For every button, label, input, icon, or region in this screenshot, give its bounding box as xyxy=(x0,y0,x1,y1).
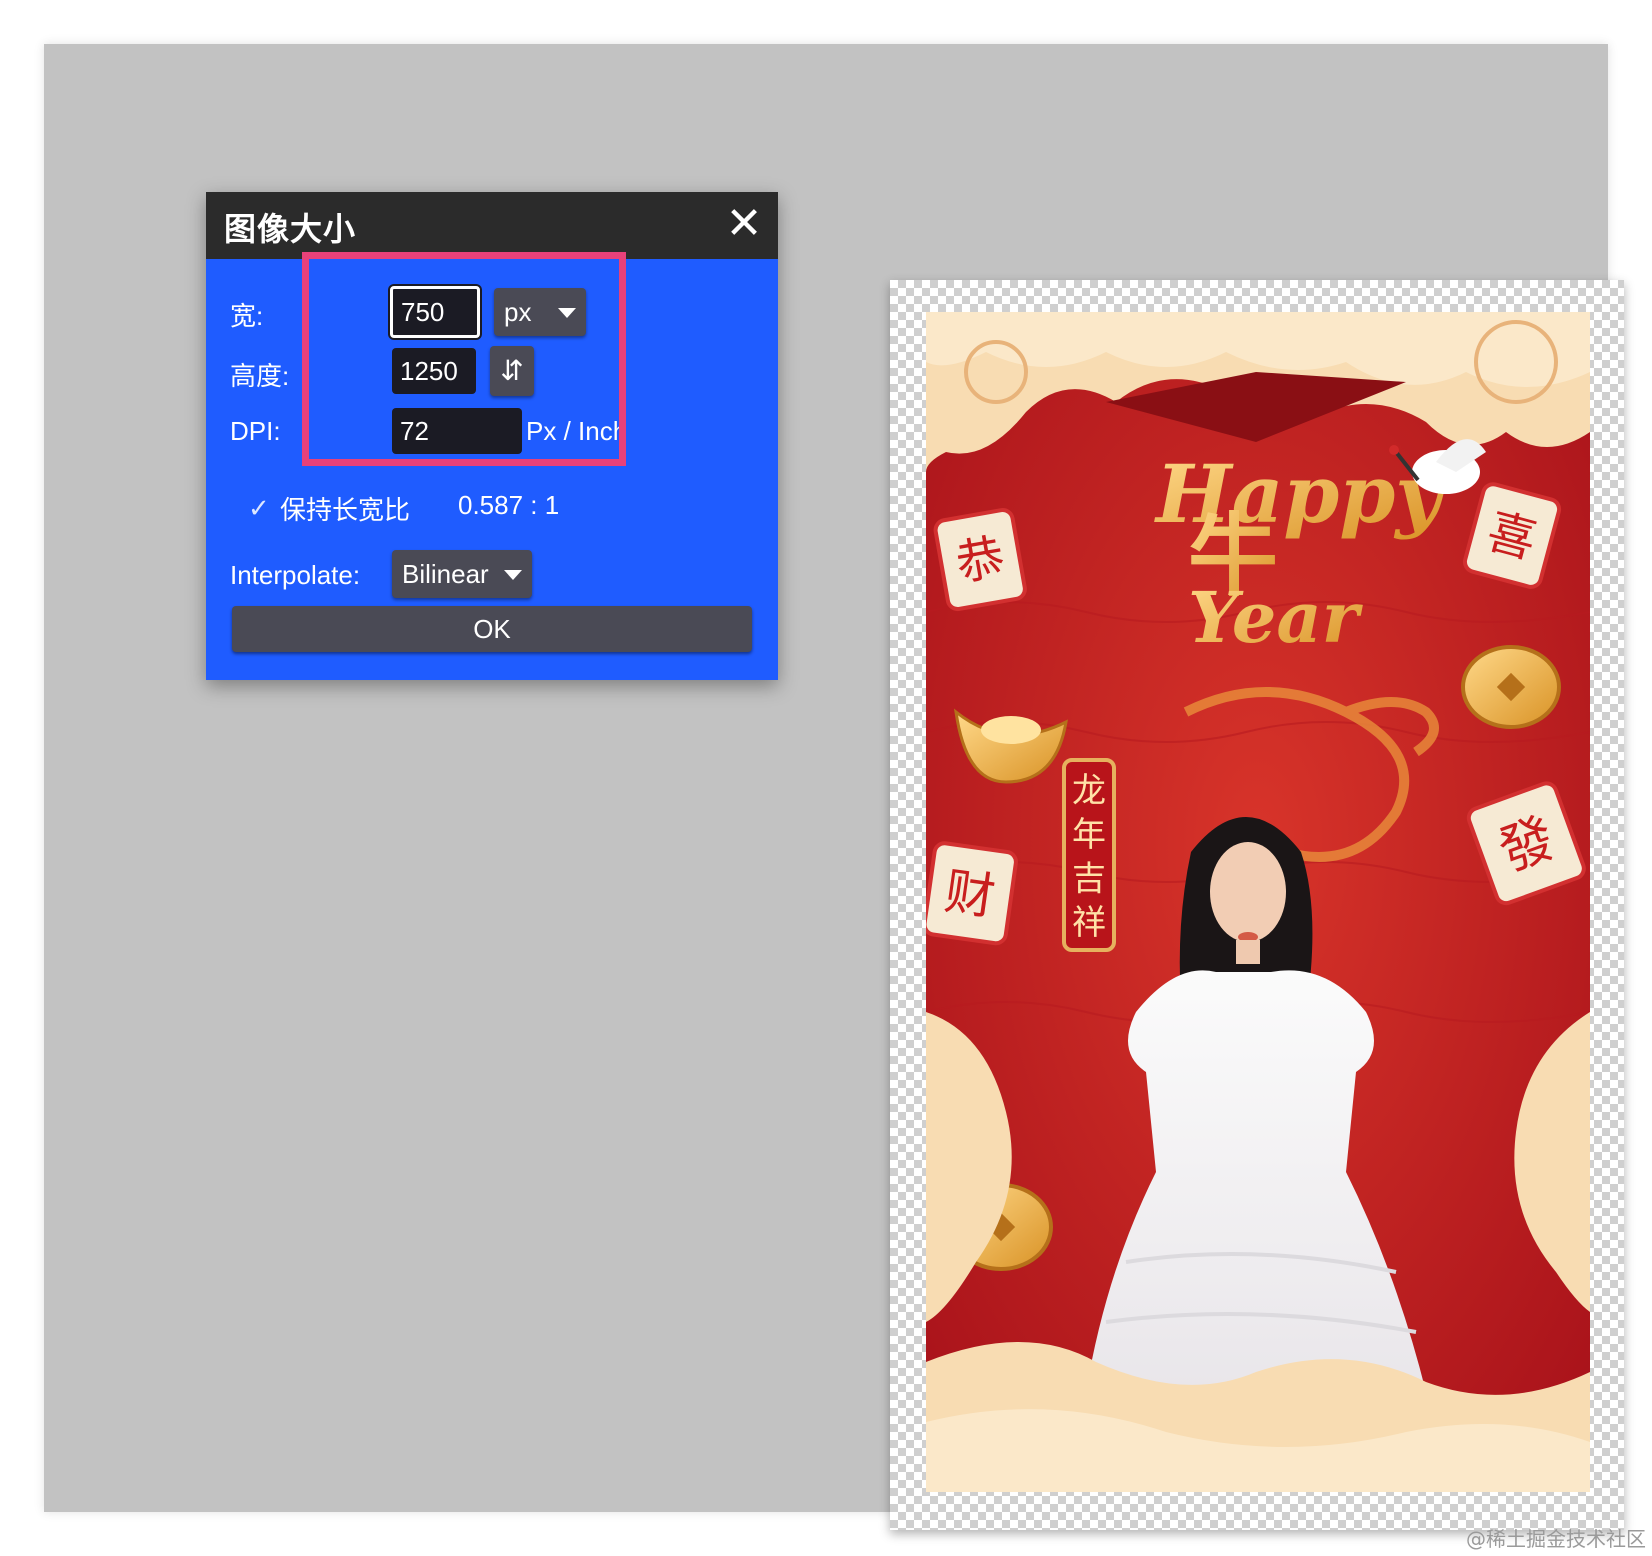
banner-char-2: 年 xyxy=(1072,815,1106,855)
poster-artwork: Happy 牛 Year 恭 喜 财 發 龙 年 吉 祥 xyxy=(926,312,1590,1492)
dpi-unit-label: Px / Inch xyxy=(526,416,628,446)
chevron-down-icon xyxy=(558,308,576,318)
tile-gong: 恭 xyxy=(933,508,1027,612)
editor-workspace: 图像大小 ✕ 宽: 750 px 高度: 1250 ⇵ DPI: 72 Px /… xyxy=(44,44,1624,1530)
height-input[interactable]: 1250 xyxy=(392,348,476,394)
ratio-value: 0.587 : 1 xyxy=(458,490,560,520)
dpi-label: DPI: xyxy=(230,416,281,446)
interpolate-select-value: Bilinear xyxy=(402,558,489,589)
interpolate-label: Interpolate: xyxy=(230,560,361,590)
swap-vertical-icon[interactable]: ⇵ xyxy=(490,346,534,396)
image-canvas[interactable]: Happy 牛 Year 恭 喜 财 發 龙 年 吉 祥 xyxy=(890,280,1624,1530)
dialog-titlebar[interactable]: 图像大小 ✕ xyxy=(206,192,778,259)
width-input[interactable]: 750 xyxy=(390,286,480,338)
dialog-title: 图像大小 xyxy=(224,210,357,248)
banner-char-4: 祥 xyxy=(1072,903,1106,943)
ok-button[interactable]: OK xyxy=(232,606,752,652)
svg-text:恭: 恭 xyxy=(952,529,1009,592)
unit-select[interactable]: px xyxy=(494,288,586,336)
banner-char-3: 吉 xyxy=(1072,859,1106,899)
unit-select-value: px xyxy=(504,296,532,327)
keep-ratio-label[interactable]: 保持长宽比 xyxy=(280,490,410,527)
gold-coin-top xyxy=(1461,645,1561,729)
close-icon[interactable]: ✕ xyxy=(720,200,768,248)
svg-text:龙: 龙 xyxy=(1072,771,1106,811)
tile-cai: 财 xyxy=(926,841,1018,946)
check-icon[interactable]: ✓ xyxy=(248,494,270,524)
headline-year: Year xyxy=(1188,576,1364,659)
watermark-text: @稀土掘金技术社区 xyxy=(1466,1527,1646,1551)
image-size-dialog: 图像大小 ✕ 宽: 750 px 高度: 1250 ⇵ DPI: 72 Px /… xyxy=(206,192,778,680)
chevron-down-icon xyxy=(504,570,522,580)
width-label: 宽: xyxy=(230,301,264,331)
interpolate-select[interactable]: Bilinear xyxy=(392,550,532,598)
svg-text:财: 财 xyxy=(941,862,999,926)
poster-image: Happy 牛 Year 恭 喜 财 發 龙 年 吉 祥 xyxy=(926,312,1590,1492)
height-label: 高度: xyxy=(230,361,290,391)
dpi-input[interactable]: 72 xyxy=(392,408,522,454)
